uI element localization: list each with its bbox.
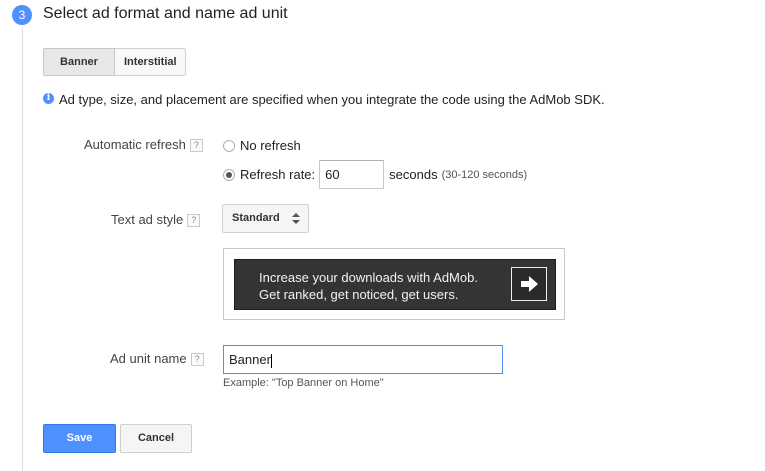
seconds-label: seconds bbox=[389, 167, 438, 182]
ad-unit-name-input[interactable]: Banner bbox=[223, 345, 503, 374]
help-icon[interactable]: ? bbox=[190, 353, 204, 367]
no-refresh-option[interactable]: No refresh bbox=[223, 138, 301, 153]
info-message: i Ad type, size, and placement are speci… bbox=[43, 92, 605, 107]
save-button[interactable]: Save bbox=[43, 424, 116, 453]
step-connector-line bbox=[22, 28, 23, 471]
text-caret bbox=[270, 353, 272, 368]
text-ad-style-label: Text ad style? bbox=[111, 212, 201, 228]
no-refresh-radio[interactable] bbox=[223, 139, 235, 152]
help-icon[interactable]: ? bbox=[189, 139, 203, 153]
cancel-button[interactable]: Cancel bbox=[120, 424, 192, 453]
text-ad-style-select[interactable]: Standard bbox=[222, 204, 309, 233]
ad-unit-name-label-text: Ad unit name bbox=[110, 351, 187, 366]
ad-preview-arrow-button bbox=[511, 267, 547, 301]
refresh-rate-option[interactable]: Refresh rate: 60 seconds (30-120 seconds… bbox=[223, 160, 527, 189]
refresh-rate-radio[interactable] bbox=[223, 168, 235, 181]
text-ad-style-value: Standard bbox=[232, 212, 280, 224]
step-title: Select ad format and name ad unit bbox=[43, 5, 288, 22]
text-ad-preview: Increase your downloads with AdMob. Get … bbox=[234, 259, 556, 310]
text-ad-style-label-text: Text ad style bbox=[111, 212, 184, 227]
automatic-refresh-label-text: Automatic refresh bbox=[84, 137, 186, 152]
ad-unit-name-example: Example: "Top Banner on Home" bbox=[223, 377, 384, 389]
ad-preview-line-1: Increase your downloads with AdMob. bbox=[259, 270, 478, 285]
ad-preview-frame: Increase your downloads with AdMob. Get … bbox=[223, 248, 565, 320]
arrow-right-icon bbox=[521, 276, 538, 292]
ad-unit-name-label: Ad unit name? bbox=[110, 351, 204, 367]
banner-format-button[interactable]: Banner bbox=[43, 48, 115, 76]
ad-preview-line-2: Get ranked, get noticed, get users. bbox=[259, 287, 459, 302]
select-arrows-icon bbox=[292, 213, 300, 225]
ad-unit-name-value: Banner bbox=[229, 352, 271, 367]
step-number-badge: 3 bbox=[12, 5, 32, 25]
help-icon[interactable]: ? bbox=[187, 214, 201, 228]
interstitial-format-button[interactable]: Interstitial bbox=[115, 48, 186, 76]
info-text: Ad type, size, and placement are specifi… bbox=[59, 92, 605, 107]
refresh-rate-input[interactable]: 60 bbox=[319, 160, 385, 189]
info-icon: i bbox=[43, 92, 54, 104]
refresh-rate-label: Refresh rate: bbox=[240, 167, 316, 182]
no-refresh-label: No refresh bbox=[240, 138, 301, 153]
refresh-range-hint: (30-120 seconds) bbox=[441, 168, 528, 181]
ad-format-toggle: Banner Interstitial bbox=[43, 48, 186, 76]
automatic-refresh-label: Automatic refresh? bbox=[84, 137, 203, 153]
